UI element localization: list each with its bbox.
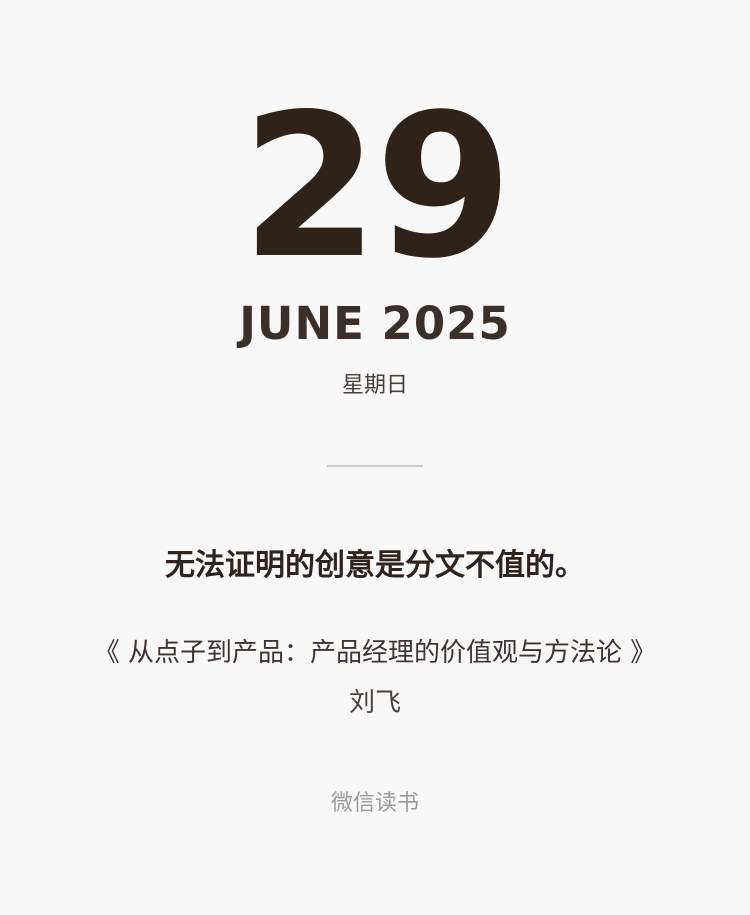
date-month-year: JUNE 2025	[239, 297, 511, 350]
date-day: 29	[241, 71, 513, 302]
divider	[327, 465, 423, 467]
author-name: 刘飞	[348, 688, 401, 718]
quote-text: 无法证明的创意是分文不值的。	[165, 548, 585, 583]
daily-quote-card: 29 JUNE 2025 星期日 无法证明的创意是分文不值的。 《 从点子到产品…	[0, 0, 750, 915]
book-title: 《 从点子到产品：产品经理的价值观与方法论 》	[93, 638, 657, 668]
app-name: 微信读书	[330, 791, 419, 816]
weekday-label: 星期日	[341, 373, 408, 398]
